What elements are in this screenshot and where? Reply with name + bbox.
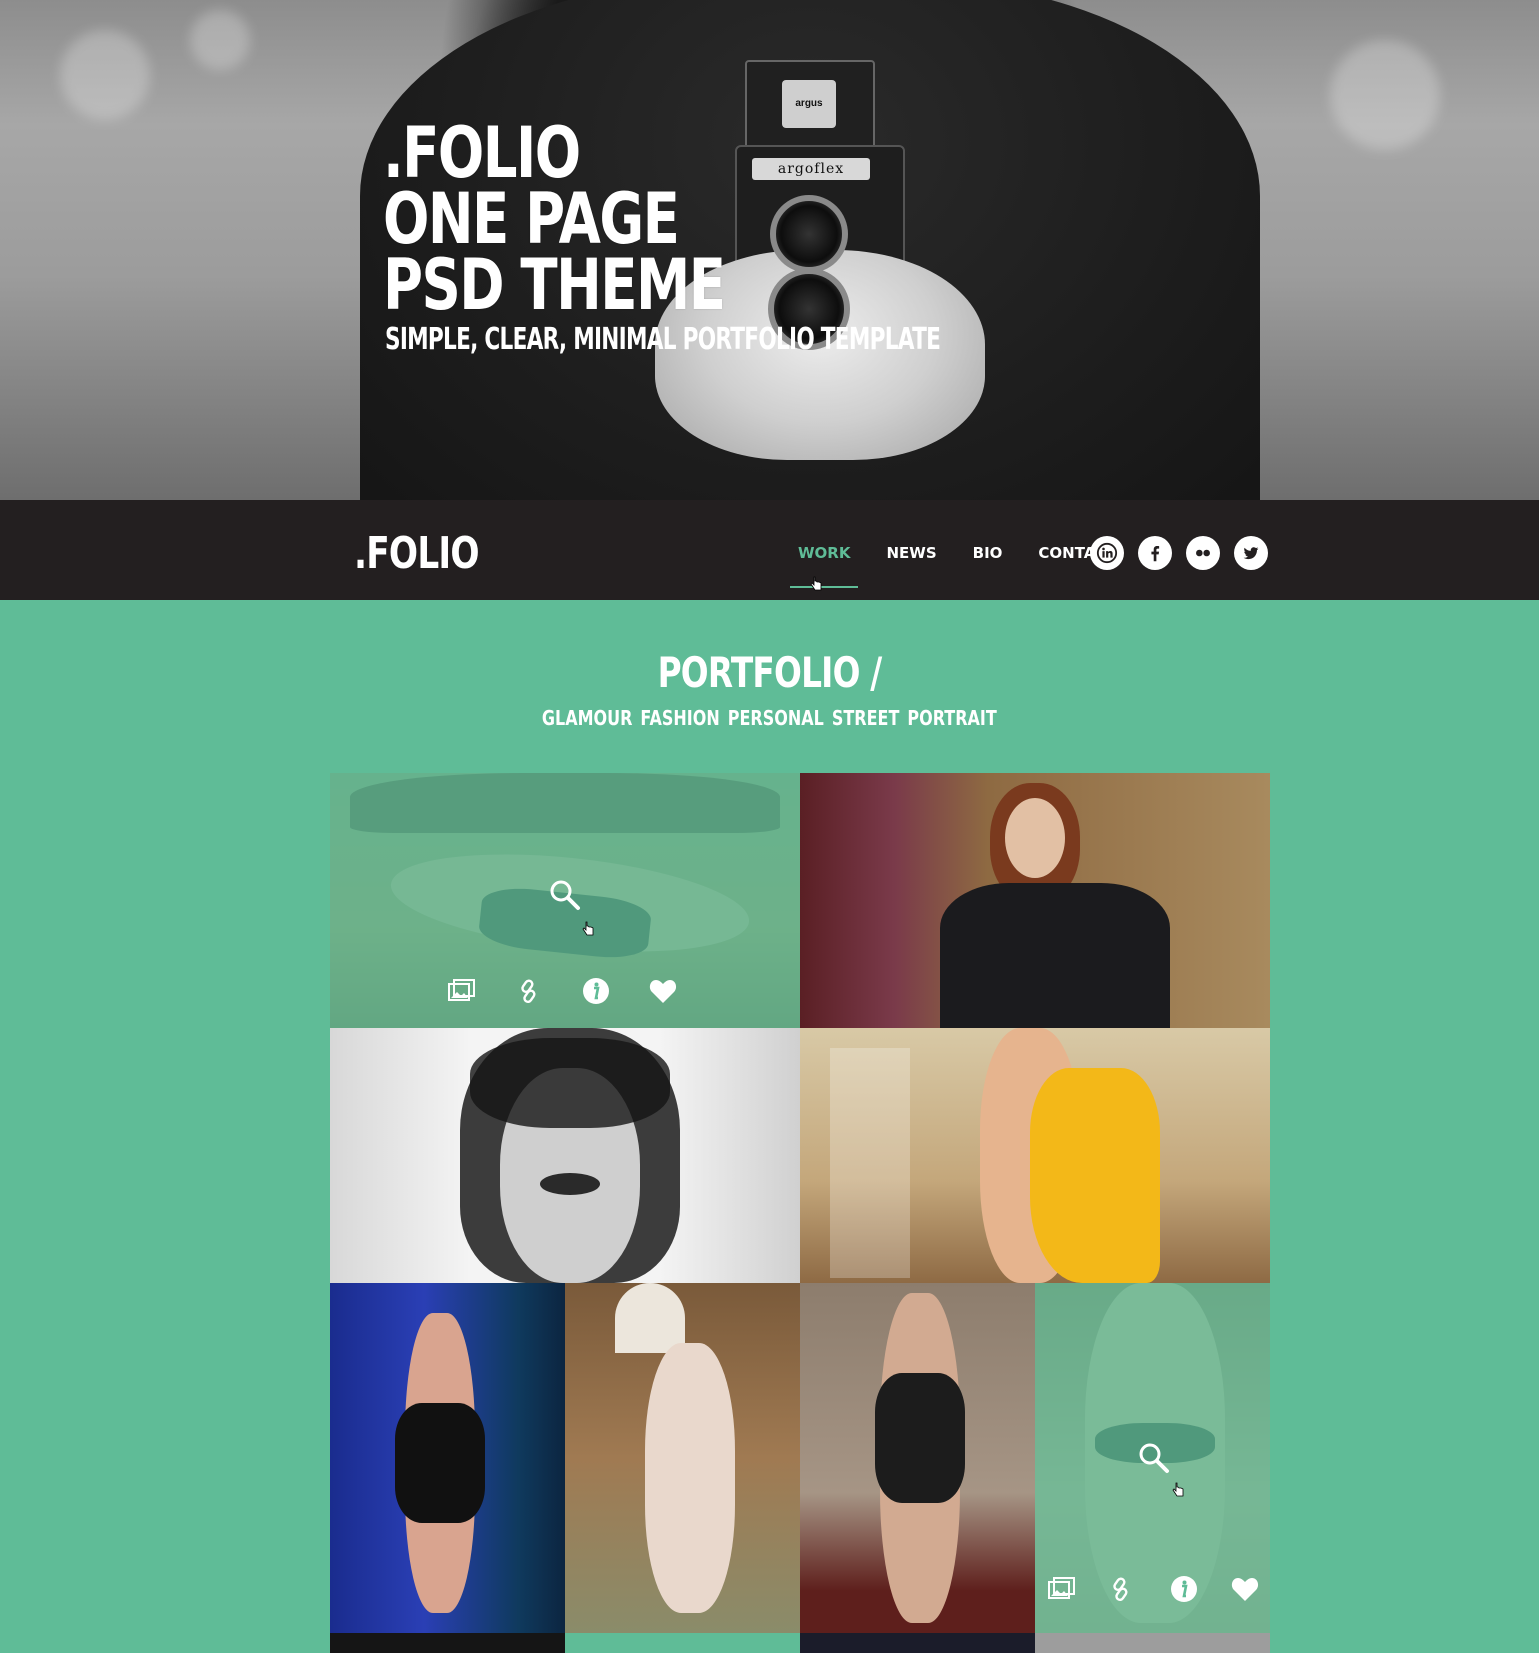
portfolio-item[interactable] [330, 1028, 800, 1283]
camera-badge: argus [782, 80, 836, 128]
yellow-robe [1030, 1068, 1160, 1283]
site-logo[interactable]: .FOLIO [354, 528, 480, 579]
window-light [830, 1048, 910, 1278]
portfolio-item[interactable] [800, 1028, 1270, 1283]
hero-banner: argus argoflex .FOLIO ONE PAGE PSD THEME… [0, 0, 1539, 500]
flickr-icon[interactable] [1186, 536, 1220, 570]
portfolio-item[interactable] [800, 1283, 1035, 1633]
navbar [0, 500, 1539, 600]
hero-title-line: .FOLIO [383, 112, 581, 194]
link-icon[interactable] [513, 975, 545, 1007]
heart-icon[interactable] [1229, 1573, 1261, 1605]
hero-title-line: PSD THEME [383, 244, 726, 326]
filter-personal[interactable]: PERSONAL [728, 706, 824, 730]
portfolio-item[interactable] [1035, 1633, 1270, 1653]
portfolio-item[interactable] [330, 1283, 565, 1633]
filter-portrait[interactable]: PORTRAIT [908, 706, 997, 730]
model-lips [540, 1173, 600, 1195]
portfolio-item[interactable] [330, 773, 800, 1028]
camera-lens-top [770, 195, 848, 273]
nav-item-news[interactable]: NEWS [878, 542, 944, 564]
model-figure [645, 1343, 735, 1613]
main-nav: WORK NEWS BIO CONTACT [790, 542, 1125, 588]
bokeh-light [60, 30, 150, 120]
link-icon[interactable] [1105, 1573, 1137, 1605]
hero-title-line: ONE PAGE [383, 178, 680, 260]
linkedin-icon[interactable] [1090, 536, 1124, 570]
info-icon[interactable] [580, 975, 612, 1007]
hand-fan [615, 1283, 685, 1353]
portfolio-filters: GLAMOUR FASHION PERSONAL STREET PORTRAIT [0, 706, 1539, 730]
portfolio-item[interactable] [565, 1633, 800, 1653]
model-face [1005, 798, 1065, 878]
model-lingerie [875, 1373, 965, 1503]
portfolio-item[interactable] [565, 1283, 800, 1633]
hand-cursor-icon [1172, 1482, 1184, 1497]
hero-title: .FOLIO ONE PAGE PSD THEME [383, 112, 726, 326]
portfolio-title: PORTFOLIO / [657, 648, 883, 697]
zoom-icon[interactable] [1137, 1441, 1171, 1475]
hand-cursor-icon [810, 576, 822, 591]
camera-plate: argoflex [752, 158, 870, 180]
heart-icon[interactable] [647, 975, 679, 1007]
twitter-icon[interactable] [1234, 536, 1268, 570]
facebook-icon[interactable] [1138, 536, 1172, 570]
nav-item-work[interactable]: WORK [790, 542, 859, 588]
filter-street[interactable]: STREET [832, 706, 900, 730]
portfolio-item[interactable] [800, 773, 1270, 1028]
social-links [1090, 536, 1268, 570]
bokeh-light [190, 10, 250, 70]
lace-veil [470, 1038, 670, 1128]
nav-item-bio[interactable]: BIO [965, 542, 1011, 564]
gallery-icon[interactable] [1045, 1573, 1077, 1605]
portfolio-item[interactable] [330, 1633, 565, 1653]
bokeh-light [1330, 40, 1440, 150]
hero-subtitle: SIMPLE, CLEAR, MINIMAL PORTFOLIO TEMPLAT… [385, 322, 941, 357]
gallery-icon[interactable] [445, 975, 477, 1007]
model-blouse [940, 883, 1170, 1028]
portfolio-item[interactable] [1035, 1283, 1270, 1633]
info-icon[interactable] [1168, 1573, 1200, 1605]
zoom-icon[interactable] [548, 878, 582, 912]
hand-cursor-icon [582, 921, 594, 936]
filter-fashion[interactable]: FASHION [641, 706, 720, 730]
filter-glamour[interactable]: GLAMOUR [542, 706, 633, 730]
portfolio-item[interactable] [800, 1633, 1035, 1653]
model-bodysuit [395, 1403, 485, 1523]
